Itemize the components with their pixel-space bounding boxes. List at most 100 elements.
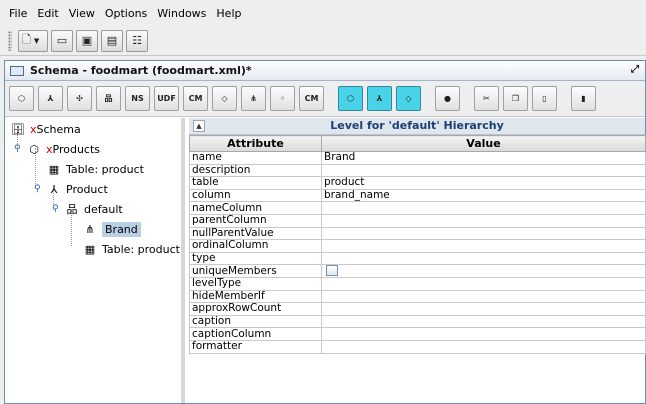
table-icon: ▦ bbox=[84, 242, 96, 256]
menu-windows[interactable]: Windows bbox=[152, 7, 211, 20]
table-icon: ▦ bbox=[48, 162, 60, 176]
attribute-value[interactable] bbox=[321, 314, 646, 329]
copy-button[interactable]: ❐ bbox=[503, 86, 528, 111]
add-udf-button[interactable]: UDF bbox=[154, 86, 179, 111]
add-level-button[interactable]: ⋔ bbox=[241, 86, 266, 111]
tree-node-cube[interactable]: ⚲ ⬡ xProducts bbox=[14, 142, 100, 156]
add-cube-button[interactable]: ⬡ bbox=[9, 86, 34, 111]
tree-node-level-table[interactable]: ▦ Table: product bbox=[83, 242, 180, 256]
attribute-value[interactable] bbox=[321, 251, 646, 266]
add-measure-button[interactable]: ◇ bbox=[212, 86, 237, 111]
attribute-value[interactable] bbox=[321, 239, 646, 253]
attribute-name: type bbox=[189, 251, 322, 266]
add-virtual-measure-button[interactable]: ◇ bbox=[396, 86, 421, 111]
menu-file[interactable]: File bbox=[4, 7, 32, 20]
add-property-button[interactable]: ◦ bbox=[270, 86, 295, 111]
attribute-value[interactable] bbox=[321, 213, 646, 228]
attribute-name: column bbox=[189, 188, 322, 203]
table-row[interactable]: levelType bbox=[189, 276, 646, 291]
table-row[interactable]: description bbox=[189, 163, 646, 178]
tree-node-level[interactable]: ⋔ Brand bbox=[83, 222, 141, 237]
column-header-attribute[interactable]: Attribute bbox=[189, 135, 322, 152]
table-row[interactable]: uniqueMembers bbox=[189, 264, 646, 278]
split-pane: 🗄 xSchema ⚲ ⬡ xProducts ▦ Table: product… bbox=[5, 118, 646, 403]
attribute-name: hideMemberIf bbox=[189, 289, 322, 304]
add-cm-property-button[interactable]: CM bbox=[299, 86, 324, 111]
table-row[interactable]: nameColumn bbox=[189, 201, 646, 215]
table-row[interactable]: name Brand bbox=[189, 151, 646, 165]
attribute-value[interactable] bbox=[321, 289, 646, 304]
attribute-value[interactable] bbox=[321, 339, 646, 354]
table-row[interactable]: column brand_name bbox=[189, 188, 646, 203]
add-hierarchy-button[interactable]: 品 bbox=[96, 86, 121, 111]
attribute-value[interactable] bbox=[321, 226, 646, 241]
attribute-value[interactable] bbox=[321, 201, 646, 215]
table-row[interactable]: hideMemberIf bbox=[189, 289, 646, 304]
save-button[interactable]: ▣ bbox=[76, 29, 98, 52]
table-row[interactable]: approxRowCount bbox=[189, 302, 646, 316]
schema-tree[interactable]: 🗄 xSchema ⚲ ⬡ xProducts ▦ Table: product… bbox=[5, 118, 185, 403]
tree-node-schema[interactable]: 🗄 xSchema bbox=[11, 122, 81, 136]
toolbar-grip[interactable] bbox=[8, 30, 12, 51]
unique-members-checkbox[interactable] bbox=[326, 265, 338, 277]
menu-help[interactable]: Help bbox=[211, 7, 246, 20]
attribute-value[interactable] bbox=[321, 276, 646, 291]
expand-handle-icon[interactable]: ⚲ bbox=[34, 184, 41, 194]
open-button[interactable]: ▭ bbox=[51, 29, 73, 52]
table-row[interactable]: table product bbox=[189, 176, 646, 190]
tree-node-dimension[interactable]: ⚲ ⅄ Product bbox=[34, 182, 108, 196]
attribute-name: parentColumn bbox=[189, 213, 322, 228]
menu-edit[interactable]: Edit bbox=[32, 7, 63, 20]
tile-windows-button[interactable]: ☷ bbox=[126, 29, 148, 52]
table-row[interactable]: formatter bbox=[189, 339, 646, 354]
attribute-value[interactable] bbox=[321, 264, 646, 278]
collapse-icon[interactable]: ▲ bbox=[193, 120, 205, 132]
attribute-value[interactable]: product bbox=[321, 176, 646, 190]
chevron-down-icon[interactable]: ▼ bbox=[34, 37, 39, 45]
add-calculated-member-button[interactable]: CM bbox=[183, 86, 208, 111]
cut-button[interactable]: ✂ bbox=[474, 86, 499, 111]
schema-toolbar: ⬡ ⅄ ✣ 品 NS UDF CM ◇ ⋔ ◦ CM ⬡ ⅄ ◇ ● ✂ ❐ ▯… bbox=[5, 81, 645, 117]
expand-handle-icon[interactable]: ⚲ bbox=[14, 144, 21, 154]
column-header-value[interactable]: Value bbox=[321, 135, 646, 152]
level-icon: ⋔ bbox=[250, 94, 257, 103]
table-row[interactable]: ordinalColumn bbox=[189, 239, 646, 253]
paste-button[interactable]: ▯ bbox=[532, 86, 557, 111]
attribute-name: formatter bbox=[189, 339, 322, 354]
table-row[interactable]: type bbox=[189, 251, 646, 266]
new-file-button[interactable]: 🗋 ▼ bbox=[18, 29, 48, 52]
expand-handle-icon[interactable]: ⚲ bbox=[52, 204, 59, 214]
table-row[interactable]: captionColumn bbox=[189, 327, 646, 341]
add-virtual-cube-button[interactable]: ⬡ bbox=[338, 86, 363, 111]
attribute-value[interactable]: Brand bbox=[321, 151, 646, 165]
table-row[interactable]: nullParentValue bbox=[189, 226, 646, 241]
add-role-button[interactable]: ● bbox=[435, 86, 460, 111]
add-dimension-button[interactable]: ⅄ bbox=[38, 86, 63, 111]
add-named-set-button[interactable]: NS bbox=[125, 86, 150, 111]
menu-options[interactable]: Options bbox=[100, 7, 152, 20]
cube-icon: ⬡ bbox=[29, 142, 39, 156]
add-dimension-usage-button[interactable]: ✣ bbox=[67, 86, 92, 111]
tree-node-hierarchy[interactable]: ⚲ 品 default bbox=[52, 202, 123, 217]
attributes-table: Attribute Value name Brand description tabl… bbox=[189, 135, 646, 354]
window-icon bbox=[10, 65, 24, 76]
frame-title-bar[interactable]: Schema - foodmart (foodmart.xml)* ⤢ bbox=[5, 61, 645, 81]
attribute-value[interactable] bbox=[321, 327, 646, 341]
save-as-button[interactable]: ▤ bbox=[101, 29, 123, 52]
menu-view[interactable]: View bbox=[64, 7, 100, 20]
maximize-icon[interactable]: ⤢ bbox=[631, 64, 639, 75]
add-virtual-dimension-button[interactable]: ⅄ bbox=[367, 86, 392, 111]
disks-icon: ▤ bbox=[106, 34, 118, 47]
main-toolbar: 🗋 ▼ ▭ ▣ ▤ ☷ bbox=[0, 26, 646, 56]
attribute-value[interactable]: brand_name bbox=[321, 188, 646, 203]
tree-node-cube-table[interactable]: ▦ Table: product bbox=[47, 162, 144, 176]
attribute-name: caption bbox=[189, 314, 322, 329]
hierarchy-icon: 品 bbox=[104, 94, 113, 103]
attribute-name: table bbox=[189, 176, 322, 190]
attribute-name: ordinalColumn bbox=[189, 239, 322, 253]
table-row[interactable]: parentColumn bbox=[189, 213, 646, 228]
attribute-value[interactable] bbox=[321, 163, 646, 178]
delete-button[interactable]: ▮ bbox=[571, 86, 596, 111]
table-row[interactable]: caption bbox=[189, 314, 646, 329]
attribute-value[interactable] bbox=[321, 302, 646, 316]
